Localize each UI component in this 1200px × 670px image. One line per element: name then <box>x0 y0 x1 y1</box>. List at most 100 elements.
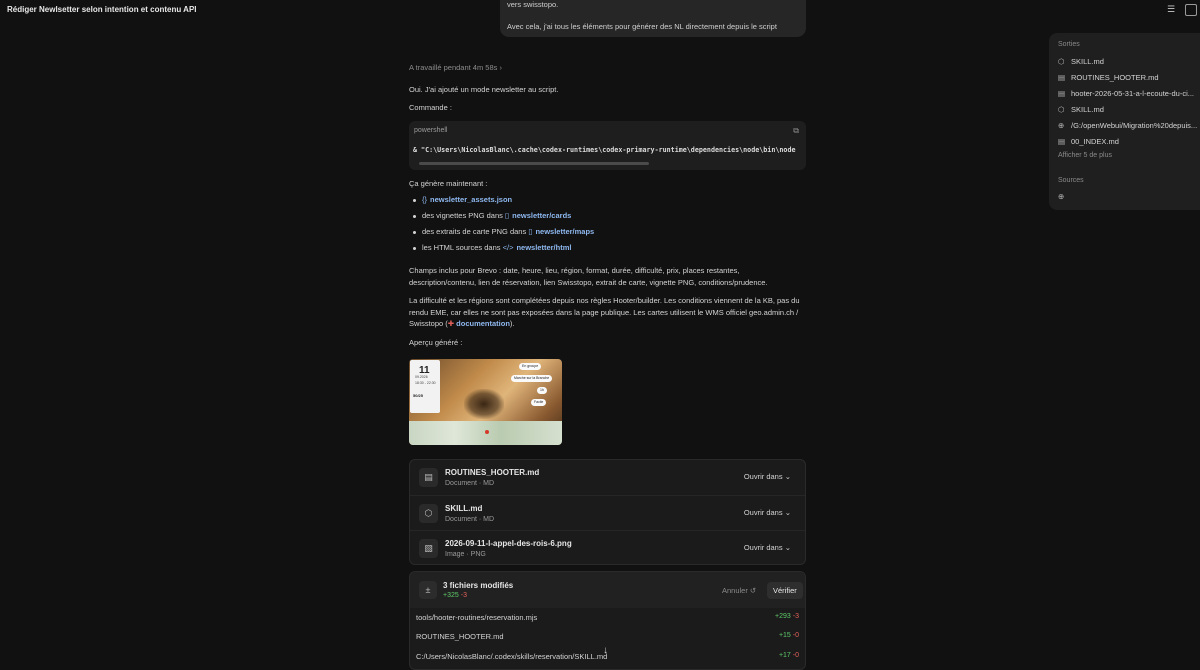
cube-icon: ⬡ <box>1058 57 1065 66</box>
chevron-down-icon: ⌄ <box>784 508 791 517</box>
folder-link[interactable]: newsletter/cards <box>512 211 571 220</box>
file-attachments: ▤ ROUTINES_HOOTER.md Document · MD Ouvri… <box>409 459 806 565</box>
sources-heading: Sources <box>1058 177 1084 184</box>
folder-link[interactable]: newsletter/maps <box>535 227 594 236</box>
copy-icon[interactable]: ⧉ <box>793 126 799 136</box>
open-in-label: Ouvrir dans <box>743 543 783 552</box>
scroll-down-arrow-icon[interactable]: ↓ <box>603 645 608 656</box>
deletions-count: -3 <box>792 613 799 620</box>
doc-icon: ▤ <box>419 468 438 487</box>
modified-files-header: ± 3 fichiers modifiés +325 -3 Annuler ↺ … <box>410 572 805 608</box>
fields-paragraph-line: Champs inclus pour Brevo : date, heure, … <box>409 266 740 275</box>
preview-pill: Marche sur la Branche <box>511 375 553 382</box>
bullet-dot <box>413 198 416 202</box>
globe-icon: ⊕ <box>1058 121 1065 130</box>
preview-pill: 1h <box>537 387 547 394</box>
file-meta: Image · PNG <box>445 551 486 558</box>
generates-label: Ça génère maintenant : <box>409 179 488 188</box>
worked-duration[interactable]: A travaillé pendant 4m 58s › <box>409 63 502 72</box>
difficulty-paragraph-line: Swisstopo (✚ documentation). <box>409 318 515 330</box>
open-in-label: Ouvrir dans <box>743 508 783 517</box>
source-item[interactable]: ⊕ <box>1058 192 1200 201</box>
file-name: 2026-09-11-l-appel-des-rois-6.png <box>445 539 572 548</box>
doc-icon: ▤ <box>1058 89 1066 98</box>
deletions-count: -0 <box>792 652 799 659</box>
date-card: 11 09.2026 18:30 - 22:30 50/25 <box>410 360 440 413</box>
file-row[interactable]: ▤ ROUTINES_HOOTER.md Document · MD Ouvri… <box>410 460 805 495</box>
additions-count: +15 <box>778 632 791 639</box>
preview-places: 50/25 <box>413 393 424 398</box>
worked-duration-label: A travaillé pendant 4m 58s <box>409 63 498 72</box>
output-item[interactable]: ▤ hooter-2026-05-31-a-l-ecoute-du-ci... <box>1058 89 1200 98</box>
message-text: vers swisstopo. <box>507 0 559 9</box>
sidebar-toggle-icon[interactable] <box>1185 4 1197 16</box>
list-item: les HTML sources dans </> newsletter/html <box>413 243 571 252</box>
output-item[interactable]: ⬡ SKILL.md <box>1058 105 1200 114</box>
changed-file-path: ROUTINES_HOOTER.md <box>416 632 504 641</box>
changed-file-path: C:/Users/NicolasBlanc/.codex/skills/rese… <box>416 652 608 661</box>
undo-button[interactable]: Annuler ↺ <box>722 586 756 595</box>
deer-silhouette <box>464 389 504 419</box>
paragraph-text: ). <box>509 319 515 328</box>
open-in-label: Ouvrir dans <box>743 472 783 481</box>
outputs-sidebar: Sorties ⬡ SKILL.md ▤ ROUTINES_HOOTER.md ▤ h… <box>1049 33 1200 210</box>
file-name: SKILL.md <box>445 504 483 513</box>
output-item-label: hooter-2026-05-31-a-l-ecoute-du-ci... <box>1071 89 1194 98</box>
show-more-link[interactable]: Afficher 5 de plus <box>1058 152 1112 159</box>
output-item-label: SKILL.md <box>1071 105 1104 114</box>
bullet-dot <box>413 214 416 218</box>
generated-preview-image[interactable]: 11 09.2026 18:30 - 22:30 50/25 En groupe… <box>409 359 562 445</box>
documentation-link[interactable]: documentation <box>456 319 510 328</box>
open-in-button[interactable]: Ouvrir dans ⌄ <box>736 504 799 522</box>
message-text: Avec cela, j'ai tous les éléments pour g… <box>507 22 777 31</box>
chevron-down-icon: ⌄ <box>784 543 791 552</box>
code-line: & "C:\Users\NicolasBlanc\.cache\codex-ru… <box>413 146 796 154</box>
changed-file-row[interactable]: tools/hooter-routines/reservation.mjs +2… <box>410 608 805 627</box>
map-pin-icon <box>485 430 489 434</box>
deletions-count: -3 <box>460 592 467 599</box>
deletions-count: -0 <box>792 632 799 639</box>
conversation-title[interactable]: Rédiger Newlsetter selon intention et co… <box>7 5 197 14</box>
file-row[interactable]: ▧ 2026-09-11-l-appel-des-rois-6.png Imag… <box>410 530 805 565</box>
list-item-text: des vignettes PNG dans <box>422 211 503 220</box>
output-item[interactable]: ▤ ROUTINES_HOOTER.md <box>1058 73 1200 82</box>
file-meta: Document · MD <box>445 516 495 523</box>
folder-link[interactable]: newsletter/html <box>516 243 571 252</box>
cube-icon: ⬡ <box>419 504 438 523</box>
output-item-label: ROUTINES_HOOTER.md <box>1071 73 1159 82</box>
output-item-label: /G:/openWebui/Migration%20depuis... <box>1071 121 1198 130</box>
output-item[interactable]: ▤ 00_INDEX.md <box>1058 137 1200 146</box>
reply-intro: Oui. J'ai ajouté un mode newsletter au s… <box>409 85 559 94</box>
diff-stats: +325 -3 <box>443 592 467 599</box>
checklist-panel-icon[interactable]: ☰ <box>1165 4 1177 16</box>
doc-icon: ▤ <box>1058 73 1066 82</box>
changed-file-row[interactable]: ROUTINES_HOOTER.md +15 -0 <box>410 627 805 646</box>
preview-date: 09.2026 <box>415 375 428 379</box>
file-link[interactable]: newsletter_assets.json <box>430 195 512 204</box>
previous-user-message: vers swisstopo. Avec cela, j'ai tous les… <box>500 0 806 37</box>
doc-icon: ▤ <box>1058 137 1066 146</box>
verify-button[interactable]: Vérifier <box>767 582 803 599</box>
paragraph-text: Swisstopo ( <box>409 319 448 328</box>
difficulty-paragraph-line: rendu EME, car elles ne sont pas exposée… <box>409 308 799 317</box>
open-in-button[interactable]: Ouvrir dans ⌄ <box>736 468 799 486</box>
changed-file-diff: +15 -0 <box>779 632 799 639</box>
code-block: powershell ⧉ & "C:\Users\NicolasBlanc\.c… <box>409 121 806 170</box>
file-row[interactable]: ⬡ SKILL.md Document · MD Ouvrir dans ⌄ <box>410 495 805 530</box>
output-item[interactable]: ⬡ SKILL.md <box>1058 57 1200 66</box>
open-in-button[interactable]: Ouvrir dans ⌄ <box>736 539 799 557</box>
output-item-label: SKILL.md <box>1071 57 1104 66</box>
list-item-text: les HTML sources dans <box>422 243 501 252</box>
json-icon: {} <box>422 195 428 204</box>
horizontal-scrollbar[interactable] <box>419 162 649 165</box>
more-options-icon[interactable]: ··· <box>184 3 196 13</box>
preview-label: Aperçu généré : <box>409 338 463 347</box>
folder-icon: ▯ <box>528 227 533 236</box>
modified-files-title: 3 fichiers modifiés <box>443 581 514 590</box>
file-meta: Document · MD <box>445 480 495 487</box>
swiss-flag-icon: ✚ <box>447 319 455 328</box>
output-item[interactable]: ⊕ /G:/openWebui/Migration%20depuis... <box>1058 121 1200 130</box>
list-item-text: des extraits de carte PNG dans <box>422 227 527 236</box>
cube-icon: ⬡ <box>1058 105 1065 114</box>
changed-file-path: tools/hooter-routines/reservation.mjs <box>416 613 538 622</box>
